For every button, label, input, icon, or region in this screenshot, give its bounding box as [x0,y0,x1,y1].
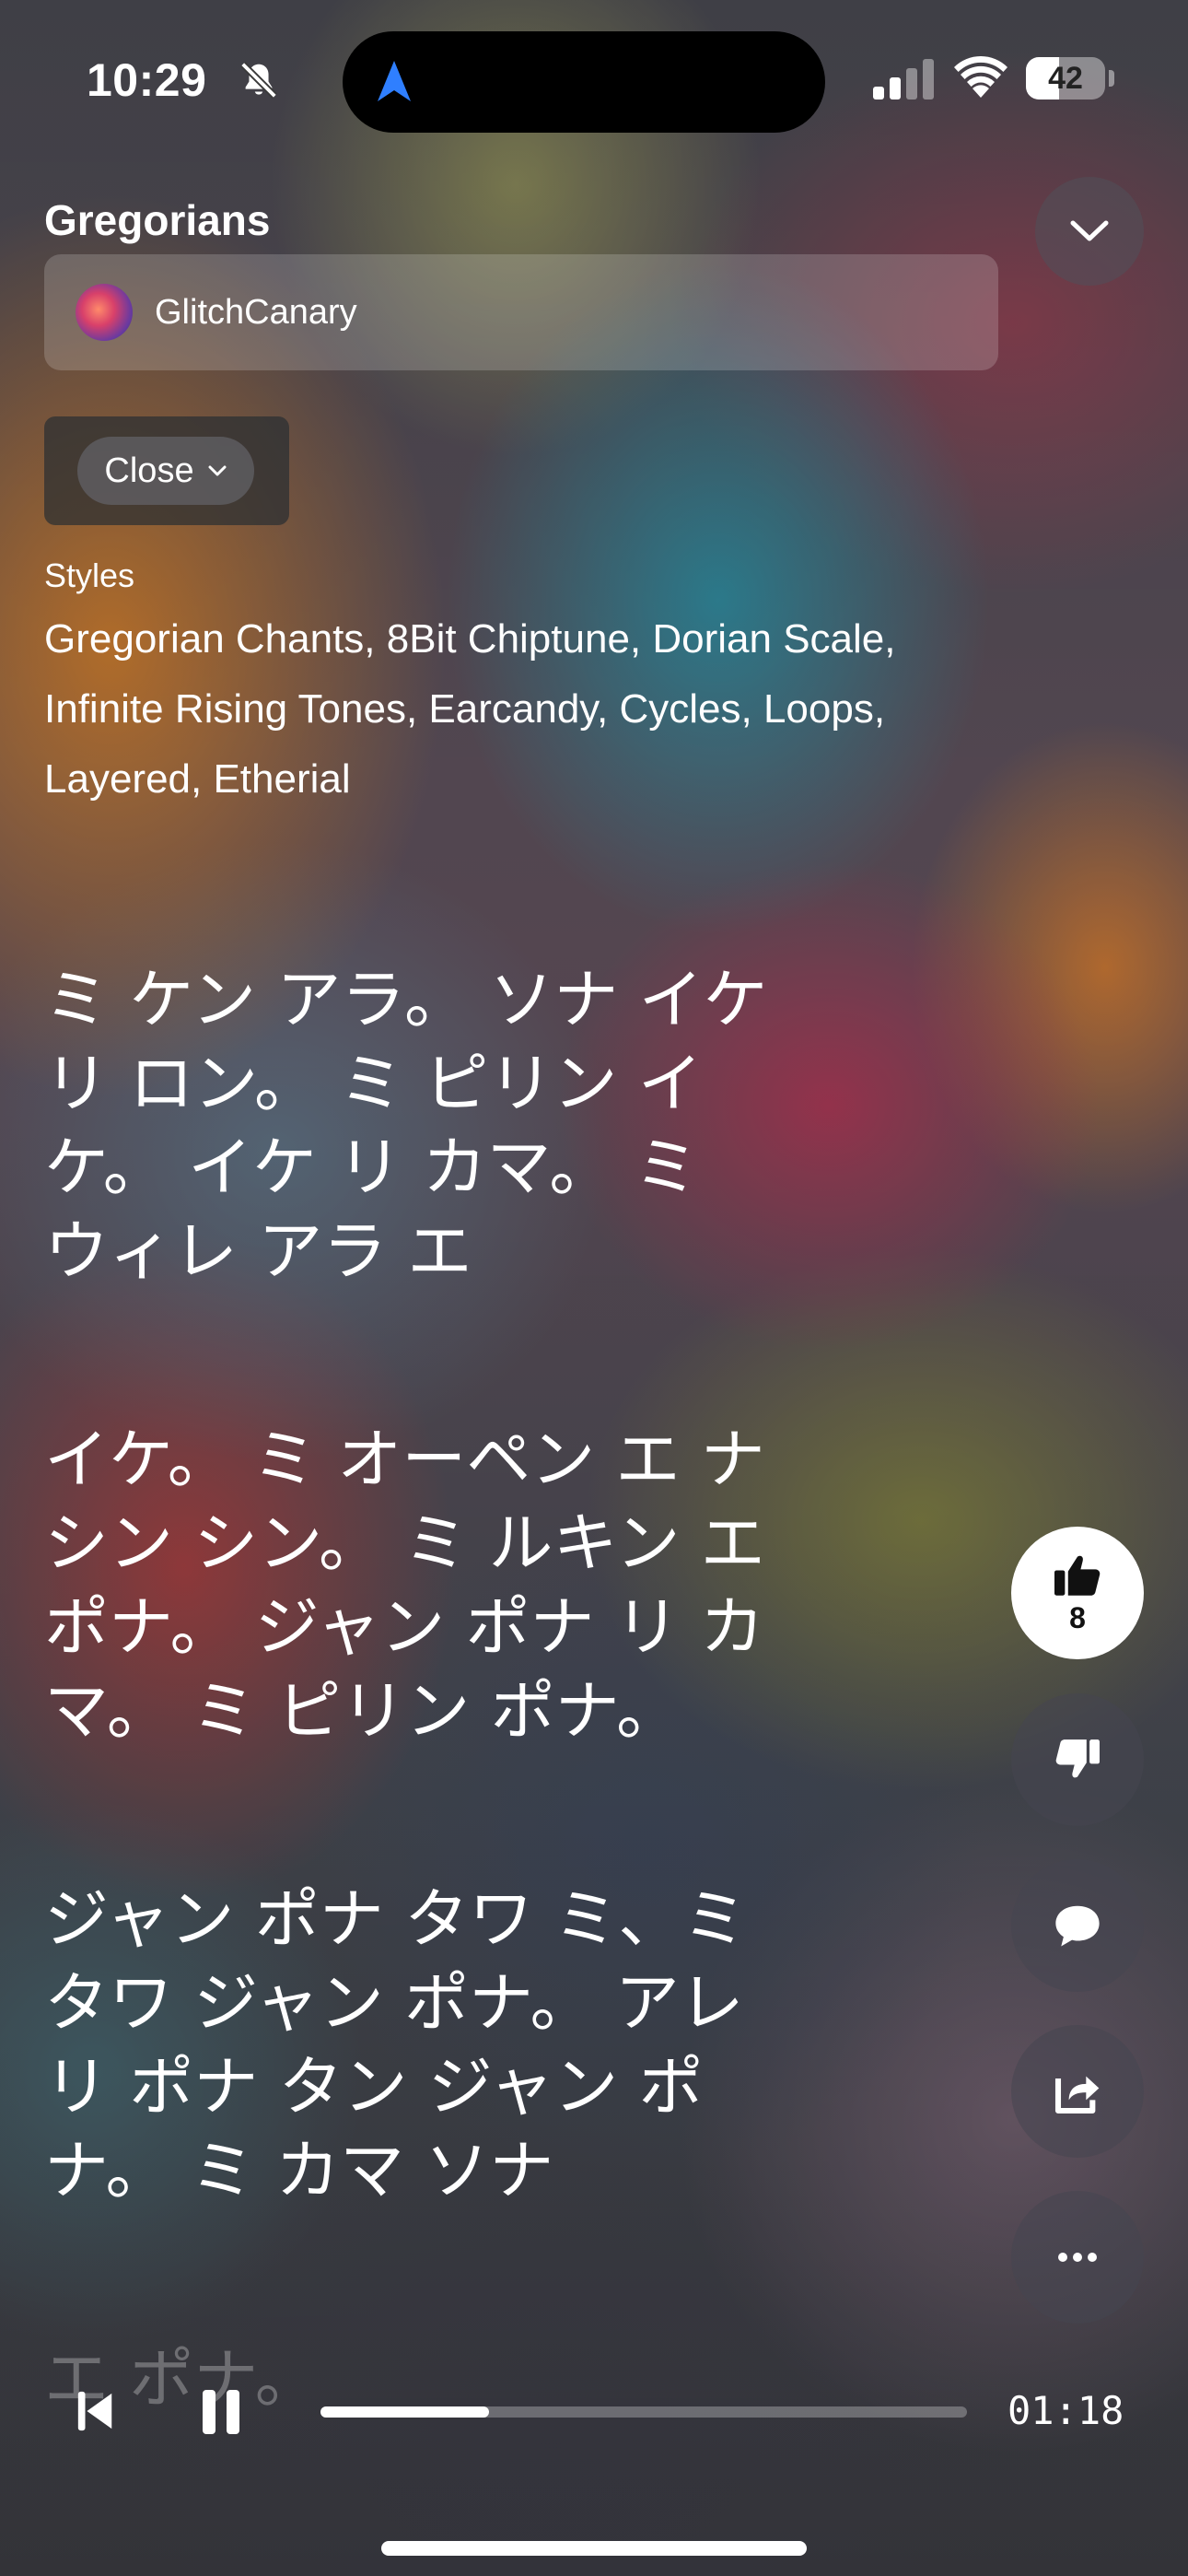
lyrics-stanza: ジャン ポナ タワ ミ、ミ タワ ジャン ポナ。 アレ リ ポナ タン ジャン … [44,1881,748,2208]
lyrics-stanza: イケ。 ミ オーペン エ ナ シン シン。 ミ ルキン エ ポナ。 ジャン ポナ… [44,1422,765,1749]
chevron-down-icon [1070,220,1109,241]
progress-bar[interactable] [320,2406,967,2418]
dislike-button[interactable] [1011,1693,1144,1826]
like-count: 8 [1069,1600,1086,1634]
close-button-container: Close [44,416,289,525]
comment-button[interactable] [1011,1859,1144,1992]
more-icon [1058,2253,1097,2262]
collapse-button[interactable] [1035,177,1144,286]
artist-avatar [76,284,133,341]
more-button[interactable] [1011,2191,1144,2324]
lyrics: ミ ケン アラ。 ソナ イケ リ ロン。 ミ ピリン イ ケ。 イケ リ カマ。… [44,958,799,2546]
styles-label: Styles [44,556,135,594]
close-button-label: Close [104,451,194,490]
share-button[interactable] [1011,2025,1144,2158]
styles-text: Gregorian Chants, 8Bit Chiptune, Dorian … [44,616,896,802]
progress-fill [320,2406,489,2418]
artist-row[interactable]: GlitchCanary [44,254,998,370]
lyrics-stanza: ミ ケン アラ。 ソナ イケ リ ロン。 ミ ピリン イ ケ。 イケ リ カマ。… [44,962,768,1289]
comment-icon [1055,1905,1100,1947]
thumbs-down-icon [1055,1739,1100,1778]
home-indicator[interactable] [381,2541,807,2556]
elapsed-time: 01:18 [1007,2388,1124,2433]
location-arrow-icon [378,61,411,101]
artist-name: GlitchCanary [155,292,357,332]
song-title: Gregorians [44,196,271,244]
battery-indicator: 42 [1026,57,1114,100]
status-time: 10:29 [87,54,207,106]
battery-percentage: 42 [1048,61,1083,96]
bell-slash-icon [240,62,277,99]
skip-back-icon[interactable] [77,2390,114,2432]
dynamic-island [343,31,825,133]
close-button[interactable]: Close [77,437,254,505]
pause-icon[interactable] [201,2388,241,2436]
like-button[interactable]: 8 [1011,1527,1144,1659]
share-icon [1054,2076,1100,2114]
cellular-signal-icon [873,59,934,100]
thumbs-up-icon [1054,1555,1101,1596]
chevron-down-icon [208,465,227,476]
wifi-icon [954,55,1007,98]
